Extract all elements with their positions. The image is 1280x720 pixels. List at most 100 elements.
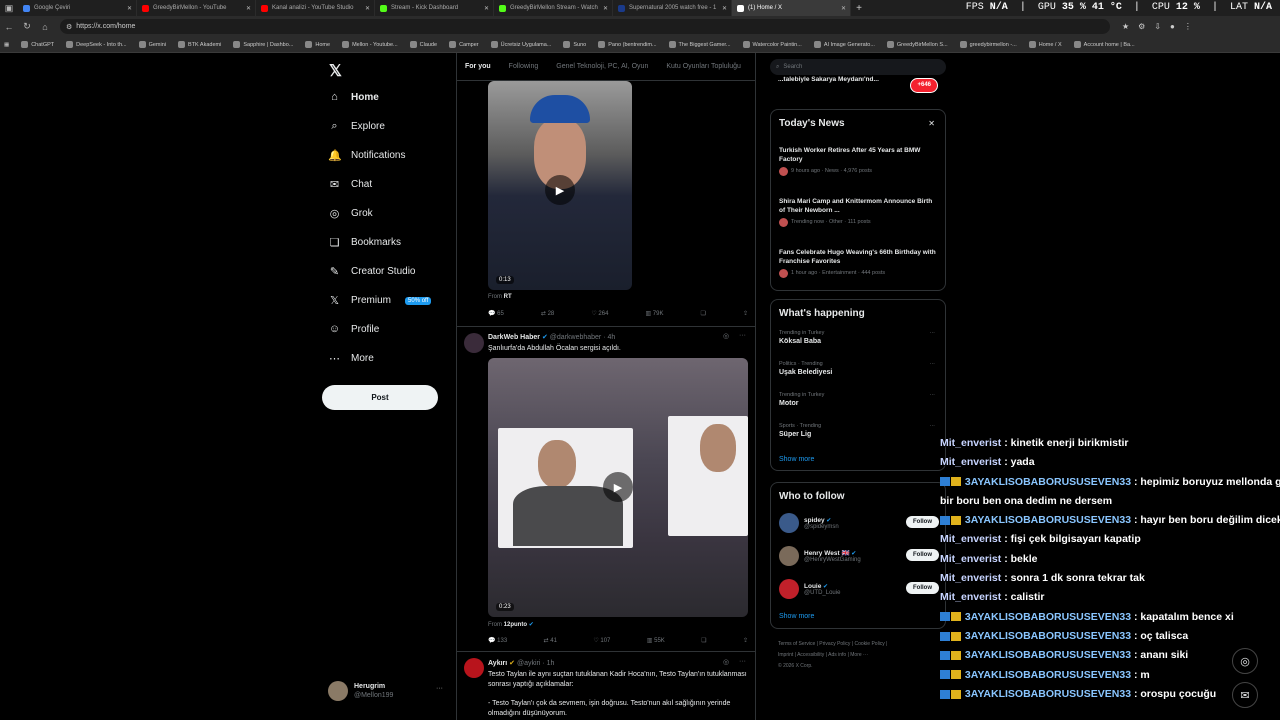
show-more-link[interactable]: Show more bbox=[779, 613, 814, 620]
bookmark-item[interactable]: Gemini bbox=[138, 41, 166, 48]
tab-for-you[interactable]: For you bbox=[465, 63, 491, 70]
close-icon[interactable]: ✕ bbox=[246, 5, 251, 12]
sidebar-item-bookmarks[interactable]: ❏ Bookmarks bbox=[328, 236, 401, 249]
repost-button[interactable]: ⇄ 28 bbox=[541, 310, 554, 317]
search-input[interactable]: ⌕ Search bbox=[770, 59, 946, 75]
bookmark-icon[interactable]: ❏ bbox=[701, 637, 706, 644]
close-icon[interactable]: ✕ bbox=[603, 5, 608, 12]
bookmark-item[interactable]: Home / X bbox=[1028, 41, 1062, 48]
repost-button[interactable]: ⇄ 41 bbox=[544, 637, 557, 644]
avatar[interactable] bbox=[464, 333, 484, 353]
sidebar-item-home[interactable]: ⌂ Home bbox=[328, 91, 379, 103]
news-item[interactable]: Turkish Worker Retires After 45 Years at… bbox=[779, 146, 939, 176]
browser-tab[interactable]: Google Çeviri ✕ bbox=[18, 0, 137, 16]
sidebar-item-explore[interactable]: ⌕ Explore bbox=[328, 120, 385, 133]
bookmark-item[interactable]: ChatGPT bbox=[21, 41, 54, 48]
tab-genel-teknoloji[interactable]: Genel Teknoloji, PC, AI, Oyun bbox=[556, 63, 648, 70]
bookmark-item[interactable]: Watercolor Paintin... bbox=[742, 41, 802, 48]
sidebar-item-grok[interactable]: ◎ Grok bbox=[328, 207, 373, 220]
trend-item[interactable]: Sports · Trending Süper Lig ··· bbox=[779, 423, 939, 438]
account-switcher[interactable]: Herugrim @Mellon199 ··· bbox=[328, 681, 443, 701]
close-icon[interactable]: ✕ bbox=[722, 5, 727, 12]
news-item[interactable]: Shira Mari Camp and Knittermom Announce … bbox=[779, 197, 939, 227]
tab-following[interactable]: Following bbox=[509, 63, 539, 70]
bookmark-item[interactable]: DeepSeek - Into th... bbox=[66, 41, 127, 48]
post-author[interactable]: Aykırı ✔ @aykiri · 1h bbox=[488, 659, 554, 667]
avatar[interactable] bbox=[464, 658, 484, 678]
from-source[interactable]: RT bbox=[504, 294, 512, 300]
back-icon[interactable]: ← bbox=[0, 22, 18, 32]
play-icon[interactable]: ▶ bbox=[603, 472, 633, 502]
play-icon[interactable]: ▶ bbox=[545, 175, 575, 205]
trend-item[interactable]: Trending in Turkey Motor ··· bbox=[779, 392, 939, 407]
more-icon[interactable]: ··· bbox=[436, 685, 443, 692]
share-icon[interactable]: ⇪ bbox=[743, 637, 748, 644]
browser-tab[interactable]: GreedyBirMellon - YouTube ✕ bbox=[137, 0, 256, 16]
more-icon[interactable]: ··· bbox=[930, 330, 936, 336]
extension-icon[interactable]: ⚙ bbox=[1138, 22, 1145, 31]
more-icon[interactable]: ··· bbox=[739, 332, 746, 339]
browser-tab[interactable]: Stream - Kick Dashboard ✕ bbox=[375, 0, 494, 16]
more-icon[interactable]: ··· bbox=[930, 392, 936, 398]
post-button[interactable]: Post bbox=[322, 385, 438, 410]
follow-button[interactable]: Follow bbox=[906, 516, 939, 528]
reply-button[interactable]: 💬 65 bbox=[488, 310, 504, 317]
more-icon[interactable]: ··· bbox=[930, 361, 936, 367]
close-icon[interactable]: ✕ bbox=[484, 5, 489, 12]
sidebar-item-notifications[interactable]: 🔔 Notifications bbox=[328, 149, 405, 162]
sidebar-item-profile[interactable]: ☺ Profile bbox=[328, 323, 379, 335]
like-button[interactable]: ♡ 264 bbox=[591, 310, 608, 317]
bookmark-item[interactable]: The Biggest Gamer... bbox=[668, 41, 731, 48]
sidebar-item-creator-studio[interactable]: ✎ Creator Studio bbox=[328, 265, 416, 278]
sidebar-item-more[interactable]: ⋯ More bbox=[328, 352, 374, 365]
from-source[interactable]: 12punto bbox=[504, 622, 527, 628]
star-icon[interactable]: ★ bbox=[1122, 22, 1129, 31]
trending-promo[interactable]: ...talebiyle Sakarya Meydanı'nd... +646 bbox=[770, 75, 946, 99]
profile-icon[interactable]: ● bbox=[1170, 22, 1175, 31]
more-icon[interactable]: ··· bbox=[930, 423, 936, 429]
trend-item[interactable]: Politics · Trending Uşak Belediyesi ··· bbox=[779, 361, 939, 376]
browser-tab[interactable]: Supernatural 2005 watch free - 1 ✕ bbox=[613, 0, 732, 16]
bookmark-item[interactable]: AI Image Generato... bbox=[813, 41, 875, 48]
close-icon[interactable]: ✕ bbox=[365, 5, 370, 12]
more-icon[interactable]: ··· bbox=[739, 658, 746, 665]
menu-icon[interactable]: ⋮ bbox=[1184, 22, 1192, 31]
footer-line[interactable]: Terms of Service | Privacy Policy | Cook… bbox=[778, 639, 948, 650]
close-icon[interactable]: ✕ bbox=[928, 119, 935, 128]
sidebar-item-chat[interactable]: ✉ Chat bbox=[328, 178, 372, 191]
grok-icon[interactable]: ◎ bbox=[723, 332, 729, 340]
bookmark-item[interactable]: Camper bbox=[449, 41, 479, 48]
footer-line[interactable]: Imprint | Accessibility | Ads info | Mor… bbox=[778, 650, 948, 661]
post-author[interactable]: DarkWeb Haber ✔ @darkwebhaber · 4h bbox=[488, 333, 615, 341]
sidebar-item-premium[interactable]: 𝕏 Premium 50% off bbox=[328, 294, 432, 307]
bookmark-icon[interactable]: ❏ bbox=[701, 310, 706, 317]
browser-tab[interactable]: (1) Home / X ✕ bbox=[732, 0, 851, 16]
grok-icon[interactable]: ◎ bbox=[723, 658, 729, 666]
url-field[interactable]: ⚙ https://x.com/home bbox=[60, 19, 1110, 34]
bookmark-item[interactable]: Suno bbox=[563, 41, 586, 48]
share-icon[interactable]: ⇪ bbox=[743, 310, 748, 317]
bookmark-item[interactable]: Sapphire | Dashbo... bbox=[233, 41, 293, 48]
follow-button[interactable]: Follow bbox=[906, 582, 939, 594]
post-video[interactable]: ▶ 0:13 bbox=[488, 81, 632, 290]
like-button[interactable]: ♡ 107 bbox=[593, 637, 610, 644]
bookmark-item[interactable]: Home bbox=[305, 41, 330, 48]
bookmark-item[interactable]: Pano (bentrendim... bbox=[598, 41, 657, 48]
bookmark-item[interactable]: GreedyBirMellon S... bbox=[886, 41, 948, 48]
tab-kutu-oyunlari[interactable]: Kutu Oyunları Topluluğu bbox=[666, 63, 741, 70]
grok-fab[interactable]: ◎ bbox=[1232, 648, 1258, 674]
close-icon[interactable]: ✕ bbox=[127, 5, 132, 12]
follow-suggestion[interactable]: spidey ✔ @spideymsn Follow bbox=[779, 513, 939, 533]
bookmark-item[interactable]: Ücretsiz Uygulama... bbox=[490, 41, 551, 48]
download-icon[interactable]: ⇩ bbox=[1154, 22, 1161, 31]
messages-fab[interactable]: ✉ bbox=[1232, 682, 1258, 708]
news-item[interactable]: Fans Celebrate Hugo Weaving's 66th Birth… bbox=[779, 248, 939, 278]
bookmark-item[interactable]: greedybirmellon -... bbox=[959, 41, 1017, 48]
bookmark-item[interactable]: Claude bbox=[409, 41, 437, 48]
close-icon[interactable]: ✕ bbox=[841, 5, 846, 12]
trend-item[interactable]: Trending in Turkey Köksal Baba ··· bbox=[779, 330, 939, 345]
bookmark-item[interactable]: Mellon - Youtube... bbox=[342, 41, 398, 48]
reply-button[interactable]: 💬 133 bbox=[488, 637, 507, 644]
browser-tab[interactable]: Kanal analizi - YouTube Studio ✕ bbox=[256, 0, 375, 16]
bookmark-item[interactable]: BTK Akademi bbox=[178, 41, 221, 48]
